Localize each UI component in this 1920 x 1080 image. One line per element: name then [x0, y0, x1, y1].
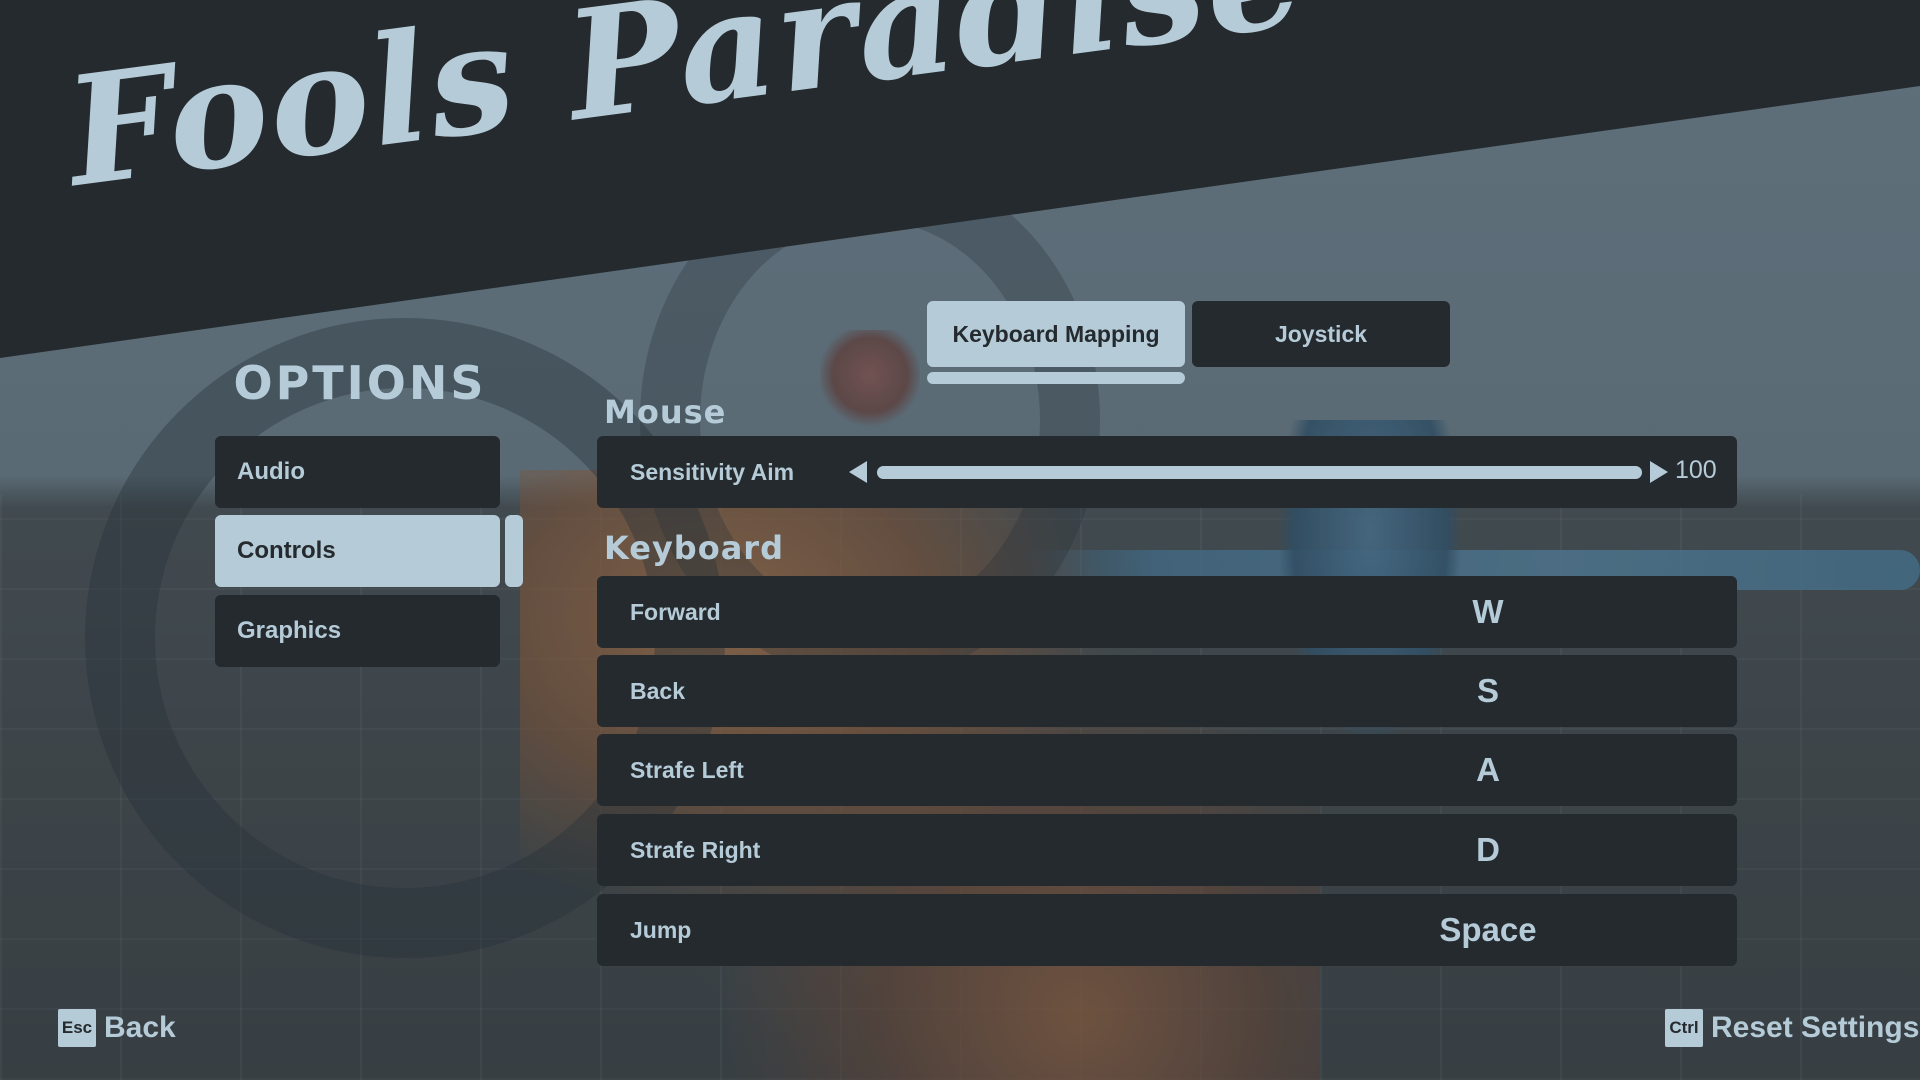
keybind-key: A: [1476, 751, 1500, 788]
menu-item-label: Audio: [237, 458, 305, 485]
tab-label: Keyboard Mapping: [952, 320, 1160, 347]
tab-joystick[interactable]: Joystick: [1192, 301, 1450, 367]
menu-item-controls[interactable]: Controls: [215, 515, 500, 587]
keybind-key: D: [1476, 831, 1500, 868]
esc-keycap-icon: Esc: [58, 1009, 96, 1047]
keybind-row-jump[interactable]: Jump Space: [597, 894, 1737, 966]
slider-fill: [877, 466, 1642, 479]
back-prompt[interactable]: Esc Back: [58, 1009, 176, 1047]
menu-selection-indicator: [505, 515, 523, 587]
sensitivity-slider[interactable]: [877, 466, 1642, 479]
keybind-key: Space: [1439, 911, 1537, 948]
keybind-row-strafe-right[interactable]: Strafe Right D: [597, 814, 1737, 886]
keybind-row-strafe-left[interactable]: Strafe Left A: [597, 734, 1737, 806]
section-heading-mouse: Mouse: [604, 393, 727, 431]
menu-item-graphics[interactable]: Graphics: [215, 595, 500, 667]
keybind-key: W: [1472, 593, 1504, 630]
ctrl-keycap-icon: Ctrl: [1665, 1009, 1703, 1047]
sensitivity-aim-row: Sensitivity Aim 100: [597, 436, 1737, 508]
tab-keyboard-mapping[interactable]: Keyboard Mapping: [927, 301, 1185, 367]
slider-decrease-arrow-icon[interactable]: [849, 461, 867, 483]
menu-item-label: Controls: [237, 537, 336, 564]
reset-settings-label: Reset Settings: [1711, 1011, 1920, 1044]
menu-item-audio[interactable]: Audio: [215, 436, 500, 508]
options-heading: OPTIONS: [233, 356, 487, 410]
keybind-row-forward[interactable]: Forward W: [597, 576, 1737, 648]
reset-settings-prompt[interactable]: Ctrl Reset Settings: [1665, 1009, 1919, 1047]
keybind-row-back[interactable]: Back S: [597, 655, 1737, 727]
sensitivity-aim-label: Sensitivity Aim: [630, 458, 795, 485]
sensitivity-value: 100: [1675, 456, 1717, 484]
section-heading-keyboard: Keyboard: [604, 529, 784, 567]
slider-increase-arrow-icon[interactable]: [1650, 461, 1668, 483]
menu-item-label: Graphics: [237, 617, 342, 644]
back-label: Back: [104, 1011, 176, 1044]
tab-label: Joystick: [1274, 320, 1368, 347]
keybind-key: S: [1476, 672, 1499, 709]
tab-active-underline: [927, 372, 1185, 384]
